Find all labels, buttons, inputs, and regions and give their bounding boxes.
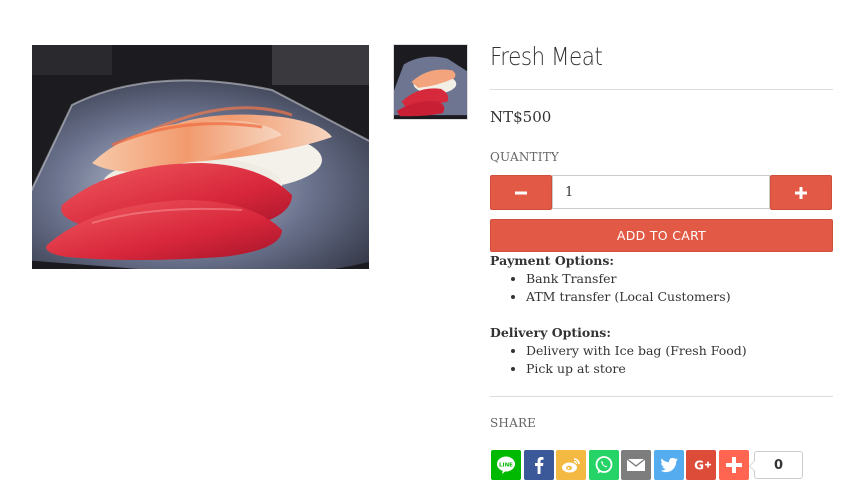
payment-options-heading: Payment Options:	[490, 253, 615, 268]
share-whatsapp-button[interactable]	[588, 450, 619, 480]
share-label: SHARE	[490, 416, 537, 430]
product-price: NT$500	[490, 108, 552, 126]
weibo-icon	[562, 458, 580, 473]
share-google-plus-button[interactable]: G	[686, 450, 716, 480]
product-thumbnail[interactable]	[393, 44, 468, 120]
payment-options-list: Bank Transfer ATM transfer (Local Custom…	[490, 270, 833, 306]
add-to-cart-button[interactable]: ADD TO CART	[490, 219, 833, 252]
facebook-icon	[534, 457, 543, 474]
quantity-decrease-button[interactable]	[490, 175, 552, 210]
svg-text:LINE: LINE	[499, 462, 513, 468]
quantity-increase-button[interactable]	[770, 175, 832, 210]
share-email-button[interactable]	[621, 450, 651, 480]
product-main-image[interactable]	[32, 45, 369, 269]
sushi-photo	[32, 45, 369, 269]
share-more-button[interactable]	[718, 450, 749, 480]
share-divider	[490, 396, 833, 397]
share-count: 0	[749, 451, 803, 479]
list-item: Pick up at store	[526, 360, 833, 378]
svg-text:G: G	[694, 459, 704, 473]
email-icon	[626, 458, 646, 471]
list-item: Delivery with Ice bag (Fresh Food)	[526, 342, 833, 360]
share-twitter-button[interactable]	[653, 450, 684, 480]
share-facebook-button[interactable]	[523, 450, 554, 480]
quantity-label: QUANTITY	[490, 150, 560, 164]
whatsapp-icon	[595, 456, 612, 474]
list-item: ATM transfer (Local Customers)	[526, 288, 833, 306]
quantity-input[interactable]	[552, 175, 770, 209]
add-more-icon	[725, 457, 742, 473]
share-weibo-button[interactable]	[556, 450, 586, 480]
line-icon: LINE	[497, 456, 515, 474]
minus-icon	[515, 191, 527, 194]
title-divider	[490, 89, 833, 90]
twitter-icon	[659, 457, 678, 473]
share-buttons: LINE G	[491, 450, 751, 480]
sushi-thumbnail-photo	[394, 45, 467, 119]
delivery-options-heading: Delivery Options:	[490, 325, 611, 340]
list-item: Bank Transfer	[526, 270, 833, 288]
product-title: Fresh Meat	[490, 42, 603, 71]
plus-icon	[795, 186, 807, 199]
google-plus-icon: G	[694, 459, 711, 473]
share-line-button[interactable]: LINE	[491, 450, 521, 480]
delivery-options-list: Delivery with Ice bag (Fresh Food) Pick …	[490, 342, 833, 378]
product-description: Payment Options: Bank Transfer ATM trans…	[490, 252, 833, 378]
